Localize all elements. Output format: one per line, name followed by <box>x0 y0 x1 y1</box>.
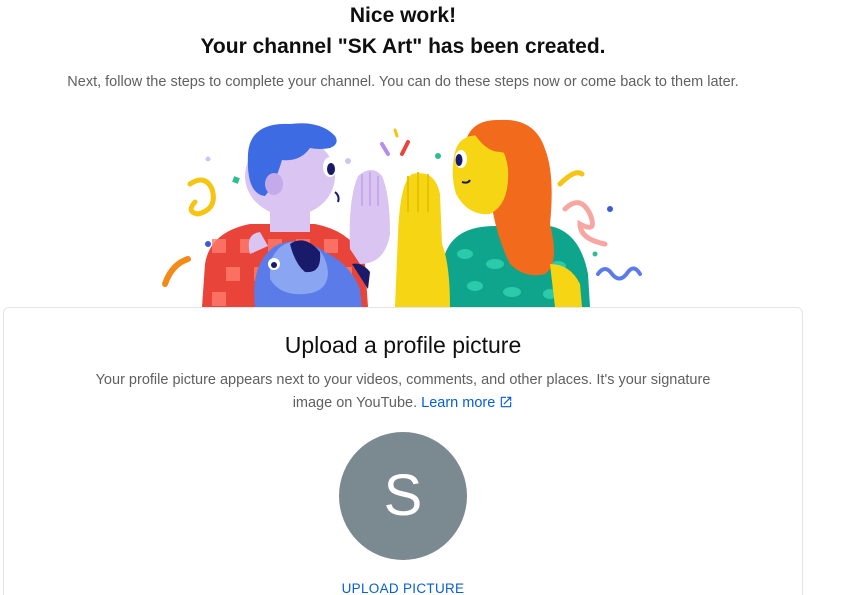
learn-more-label[interactable]: Learn more <box>421 395 495 411</box>
card-description: Your profile picture appears next to you… <box>78 369 728 417</box>
external-link-icon[interactable] <box>499 394 513 417</box>
card-title: Upload a profile picture <box>284 332 522 358</box>
avatar: S <box>339 432 467 560</box>
page-subtitle: Next, follow the steps to complete your … <box>67 74 739 90</box>
channel-created-page: Nice work! Your channel "SK Art" has bee… <box>0 0 848 595</box>
upload-picture-button[interactable]: UPLOAD PICTURE <box>330 580 476 595</box>
celebration-illustration <box>150 114 660 307</box>
page-title-line1: Nice work! <box>349 4 457 27</box>
learn-more-link[interactable]: Learn more <box>421 395 513 411</box>
page-title-line2: Your channel "SK Art" has been created. <box>200 35 606 58</box>
card-description-text: Your profile picture appears next to you… <box>95 372 711 411</box>
